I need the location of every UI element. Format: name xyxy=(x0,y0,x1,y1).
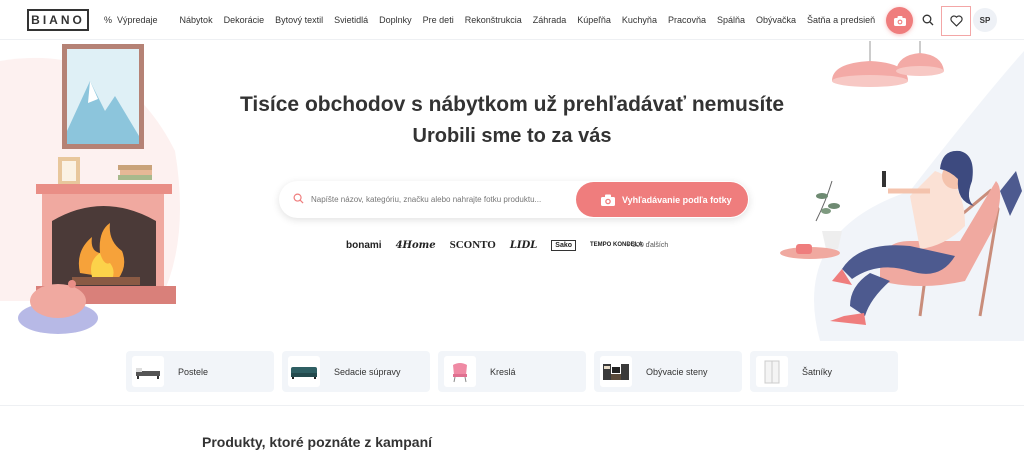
sofa-icon xyxy=(291,366,317,379)
armchair-icon xyxy=(453,362,467,382)
nav-item-living-room[interactable]: Obývačka xyxy=(756,15,796,25)
hero-subtitle: Urobili sme to za vás xyxy=(412,125,612,147)
category-label: Sedacie súpravy xyxy=(334,366,401,377)
wardrobe-icon xyxy=(764,360,780,383)
brand-logo-sako: Sako xyxy=(551,239,577,251)
fireplace-illustration xyxy=(0,44,180,334)
section-divider xyxy=(0,405,1024,406)
nav-item-renovation[interactable]: Rekonštrukcia xyxy=(465,15,522,25)
main-nav: % Výpredaje Nábytok Dekorácie Bytový text… xyxy=(104,0,886,40)
search-icon xyxy=(293,193,304,204)
sofa-thumbnail xyxy=(288,356,320,387)
brand-logo-sconto: SCONTO xyxy=(449,239,496,251)
category-beds[interactable]: Postele xyxy=(126,351,274,392)
nav-item-kitchen[interactable]: Kuchyňa xyxy=(622,15,657,25)
user-avatar[interactable]: SP xyxy=(973,8,997,32)
top-header: BIANO % Výpredaje Nábytok Dekorácie Bytov… xyxy=(0,0,1024,40)
category-label: Postele xyxy=(178,366,209,377)
search-input[interactable] xyxy=(311,181,551,218)
nav-item-lighting[interactable]: Svietidlá xyxy=(334,15,368,25)
nav-item-furniture[interactable]: Nábytok xyxy=(180,15,213,25)
nav-item-accessories[interactable]: Doplnky xyxy=(379,15,412,25)
search-icon xyxy=(922,14,934,26)
nav-item-bathroom[interactable]: Kúpeľňa xyxy=(577,15,611,25)
wardrobe-thumbnail xyxy=(756,356,788,387)
photo-search-label: Vyhľadávanie podľa fotky xyxy=(622,194,732,205)
category-shortcuts: Postele Sedacie súpravy Kreslá Obývacie … xyxy=(126,351,906,392)
category-sofas[interactable]: Sedacie súpravy xyxy=(282,351,430,392)
nav-item-decorations[interactable]: Dekorácie xyxy=(224,15,265,25)
brand-logos: bonami 4Home SCONTO LIDL Sako TEMPO KOND… xyxy=(346,238,668,252)
camera-icon xyxy=(893,15,906,26)
percent-icon: % xyxy=(104,15,113,25)
brand-logo-tempo-kondela: TEMPO KONDELA xyxy=(590,242,643,248)
bed-icon xyxy=(136,367,160,379)
nav-item-bedroom[interactable]: Spálňa xyxy=(717,15,745,25)
biano-logo[interactable]: BIANO xyxy=(27,9,89,31)
category-armchairs[interactable]: Kreslá xyxy=(438,351,586,392)
category-label: Obývacie steny xyxy=(646,366,708,377)
brand-logo-4home: 4Home xyxy=(395,239,436,251)
armchair-thumbnail xyxy=(444,356,476,387)
category-wall-units[interactable]: Obývacie steny xyxy=(594,351,742,392)
nav-item-sale-label: Výpredaje xyxy=(117,15,158,25)
brands-more-count: + 300 ďalších xyxy=(626,241,669,249)
brand-logo-lidl: LIDL xyxy=(509,239,538,251)
section-title: Produkty, ktoré poznáte z kampaní xyxy=(202,434,433,450)
category-label: Šatníky xyxy=(802,366,833,377)
category-wardrobes[interactable]: Šatníky xyxy=(750,351,898,392)
photo-search-header-button[interactable] xyxy=(886,7,913,34)
heart-icon xyxy=(949,15,963,27)
wall-unit-icon xyxy=(603,363,629,380)
nav-item-kids[interactable]: Pre deti xyxy=(423,15,454,25)
search-bar: Vyhľadávanie podľa fotky xyxy=(279,181,749,218)
favorites-button[interactable] xyxy=(941,6,971,36)
camera-icon xyxy=(600,193,616,207)
hero-title: Tisíce obchodov s nábytkom už prehľadáva… xyxy=(239,93,785,116)
photo-search-button[interactable]: Vyhľadávanie podľa fotky xyxy=(576,182,748,217)
hero-section: Tisíce obchodov s nábytkom už prehľadáva… xyxy=(0,41,1024,341)
header-search-button[interactable] xyxy=(918,10,938,30)
brand-logo-bonami: bonami xyxy=(346,239,382,251)
nav-item-sale[interactable]: % Výpredaje xyxy=(104,15,169,25)
nav-item-garden[interactable]: Záhrada xyxy=(533,15,567,25)
nav-item-wardrobe[interactable]: Šatňa a predsieň xyxy=(807,15,875,25)
wall-unit-thumbnail xyxy=(600,356,632,387)
nav-item-office[interactable]: Pracovňa xyxy=(668,15,706,25)
woman-armchair-illustration xyxy=(780,41,1024,341)
nav-item-textiles[interactable]: Bytový textil xyxy=(275,15,323,25)
category-label: Kreslá xyxy=(490,366,516,377)
bed-thumbnail xyxy=(132,356,164,387)
